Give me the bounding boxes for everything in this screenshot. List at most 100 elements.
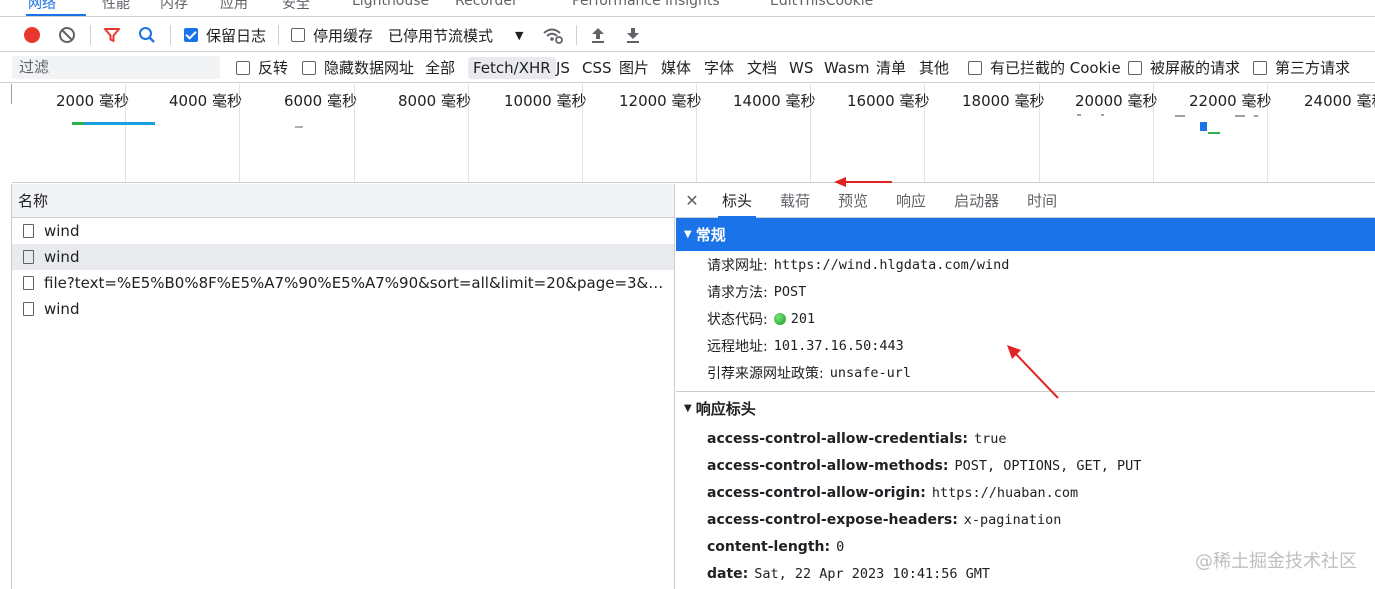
preserve-log-checkbox[interactable]: 保留日志 bbox=[184, 18, 266, 52]
type-filter-fetch-xhr[interactable]: Fetch/XHR bbox=[468, 52, 556, 83]
type-filter-all[interactable]: 全部 bbox=[425, 52, 455, 83]
overview-request-bar bbox=[1254, 115, 1258, 117]
tab-editthiscookie[interactable]: EditThisCookie bbox=[770, 0, 873, 9]
wifi-settings-icon bbox=[543, 28, 563, 44]
triangle-down-icon: ▼ bbox=[684, 229, 692, 240]
tab-headers[interactable]: 标头 bbox=[708, 184, 766, 218]
triangle-down-icon: ▼ bbox=[684, 402, 692, 414]
tab-recorder[interactable]: Recorder bbox=[455, 0, 518, 9]
type-filter-media[interactable]: 媒体 bbox=[661, 52, 691, 83]
search-button[interactable] bbox=[138, 18, 156, 52]
request-name: file?text=%E5%B0%8F%E5%A7%90%E5%A7%90&so… bbox=[44, 274, 664, 292]
disable-cache-checkbox[interactable]: 停用缓存 bbox=[291, 18, 373, 52]
type-filter-ws[interactable]: WS bbox=[789, 52, 813, 83]
document-icon bbox=[23, 302, 34, 316]
network-conditions-button[interactable] bbox=[542, 18, 564, 52]
overview-tick-label: 2000 毫秒 bbox=[56, 92, 129, 110]
export-har-button[interactable] bbox=[625, 18, 641, 52]
blocked-cookies-label: 有已拦截的 Cookie bbox=[990, 59, 1121, 77]
type-filter-manifest[interactable]: 清单 bbox=[876, 52, 906, 83]
header-value: POST bbox=[773, 283, 807, 300]
general-section-body: 请求网址: https://wind.hlgdata.com/wind 请求方法:… bbox=[676, 251, 1375, 387]
clear-button[interactable] bbox=[58, 18, 76, 52]
tab-performance-insights[interactable]: Performance insights bbox=[572, 0, 720, 9]
tab-network[interactable]: 网络 bbox=[28, 0, 56, 13]
tab-initiator[interactable]: 启动器 bbox=[940, 184, 1013, 218]
tab-memory[interactable]: 内存 bbox=[160, 0, 188, 13]
document-icon bbox=[23, 276, 34, 290]
network-overview-timeline[interactable]: 2000 毫秒 4000 毫秒 6000 毫秒 8000 毫秒 10000 毫秒… bbox=[12, 84, 1375, 183]
type-filter-other[interactable]: 其他 bbox=[919, 52, 949, 83]
invert-checkbox[interactable]: 反转 bbox=[236, 52, 288, 83]
tab-response[interactable]: 响应 bbox=[882, 184, 940, 218]
tab-preview[interactable]: 预览 bbox=[824, 184, 882, 218]
header-row-status-code: 状态代码: 201 bbox=[676, 305, 1375, 332]
response-header-row: access-control-allow-credentials: true bbox=[676, 425, 1375, 452]
type-filter-img[interactable]: 图片 bbox=[619, 52, 649, 83]
header-key: access-control-allow-methods: bbox=[707, 457, 949, 474]
blocked-requests-checkbox[interactable]: 被屏蔽的请求 bbox=[1128, 52, 1240, 83]
filter-toggle-button[interactable] bbox=[103, 18, 121, 52]
general-section-title: 常规 bbox=[695, 226, 726, 244]
third-party-checkbox[interactable]: 第三方请求 bbox=[1253, 52, 1350, 83]
type-filter-font[interactable]: 字体 bbox=[704, 52, 734, 83]
tab-payload[interactable]: 载荷 bbox=[766, 184, 824, 218]
response-headers-section-header[interactable]: ▼ 响应标头 bbox=[676, 392, 1375, 425]
response-header-row: access-control-allow-origin: https://huab… bbox=[676, 479, 1375, 506]
type-filter-css[interactable]: CSS bbox=[582, 52, 612, 83]
overview-tick-label: 12000 毫秒 bbox=[619, 92, 702, 110]
hide-data-urls-label: 隐藏数据网址 bbox=[324, 59, 415, 77]
clear-icon bbox=[59, 27, 75, 43]
name-column-label: 名称 bbox=[18, 192, 49, 210]
hide-data-urls-checkbox[interactable]: 隐藏数据网址 bbox=[302, 52, 414, 83]
upload-icon bbox=[592, 28, 604, 43]
overview-tick-label: 22000 毫秒 bbox=[1189, 92, 1272, 110]
header-value: 0 bbox=[836, 539, 845, 556]
name-column-header[interactable]: 名称 bbox=[12, 184, 674, 218]
response-header-row: access-control-allow-methods: POST, OPTIO… bbox=[676, 452, 1375, 479]
request-list-pane: 名称 wind wind file?text=%E5%B0%8F%E5%A7%9… bbox=[11, 184, 675, 589]
tab-timing[interactable]: 时间 bbox=[1013, 184, 1071, 218]
request-row[interactable]: file?text=%E5%B0%8F%E5%A7%90%E5%A7%90&so… bbox=[12, 270, 674, 296]
response-headers-title: 响应标头 bbox=[695, 399, 756, 418]
third-party-label: 第三方请求 bbox=[1275, 59, 1351, 77]
blocked-cookies-checkbox[interactable]: 有已拦截的 Cookie bbox=[968, 52, 1121, 83]
import-har-button[interactable] bbox=[590, 18, 606, 52]
document-icon bbox=[23, 224, 34, 238]
overview-tick-label: 8000 毫秒 bbox=[398, 92, 471, 110]
throttling-select[interactable]: 已停用节流模式 ▼ bbox=[388, 18, 523, 52]
request-row-selected[interactable]: wind bbox=[12, 244, 674, 270]
request-name: wind bbox=[44, 222, 80, 240]
header-row-request-method: 请求方法: POST bbox=[676, 278, 1375, 305]
header-value: 201 bbox=[790, 310, 816, 327]
request-detail-pane: ✕ 标头 载荷 预览 响应 启动器 时间 ▼ 常规 请求网址: https://w… bbox=[676, 184, 1375, 589]
filter-icon bbox=[104, 28, 120, 42]
type-filter-doc[interactable]: 文档 bbox=[747, 52, 777, 83]
header-value: x-pagination bbox=[963, 512, 1062, 529]
overview-tick-label: 10000 毫秒 bbox=[504, 92, 587, 110]
type-filter-js[interactable]: JS bbox=[556, 52, 570, 83]
overview-tick-label: 6000 毫秒 bbox=[284, 92, 357, 110]
header-key: 状态代码: bbox=[707, 311, 768, 328]
filter-input[interactable] bbox=[12, 56, 220, 79]
checkbox-icon bbox=[302, 60, 316, 75]
type-filter-wasm[interactable]: Wasm bbox=[824, 52, 870, 83]
tab-lighthouse[interactable]: Lighthouse bbox=[352, 0, 429, 9]
request-row[interactable]: wind bbox=[12, 296, 674, 322]
tab-previous-cut[interactable]: | bbox=[0, 0, 1, 9]
request-row[interactable]: wind bbox=[12, 218, 674, 244]
tab-performance[interactable]: 性能 bbox=[102, 0, 130, 13]
checkbox-icon bbox=[236, 60, 250, 75]
checkbox-checked-icon bbox=[184, 28, 198, 42]
toolbar-divider bbox=[170, 25, 171, 45]
overview-request-bar bbox=[1235, 115, 1245, 117]
search-icon bbox=[139, 27, 155, 43]
record-button[interactable] bbox=[24, 18, 40, 52]
header-key: content-length: bbox=[707, 539, 831, 556]
overview-tick-label: 20000 毫秒 bbox=[1075, 92, 1158, 110]
general-section-header[interactable]: ▼ 常规 bbox=[676, 218, 1375, 251]
tab-security[interactable]: 安全 bbox=[282, 0, 310, 13]
close-icon[interactable]: ✕ bbox=[676, 191, 708, 210]
tab-application[interactable]: 应用 bbox=[220, 0, 248, 13]
toolbar-divider bbox=[576, 25, 577, 45]
